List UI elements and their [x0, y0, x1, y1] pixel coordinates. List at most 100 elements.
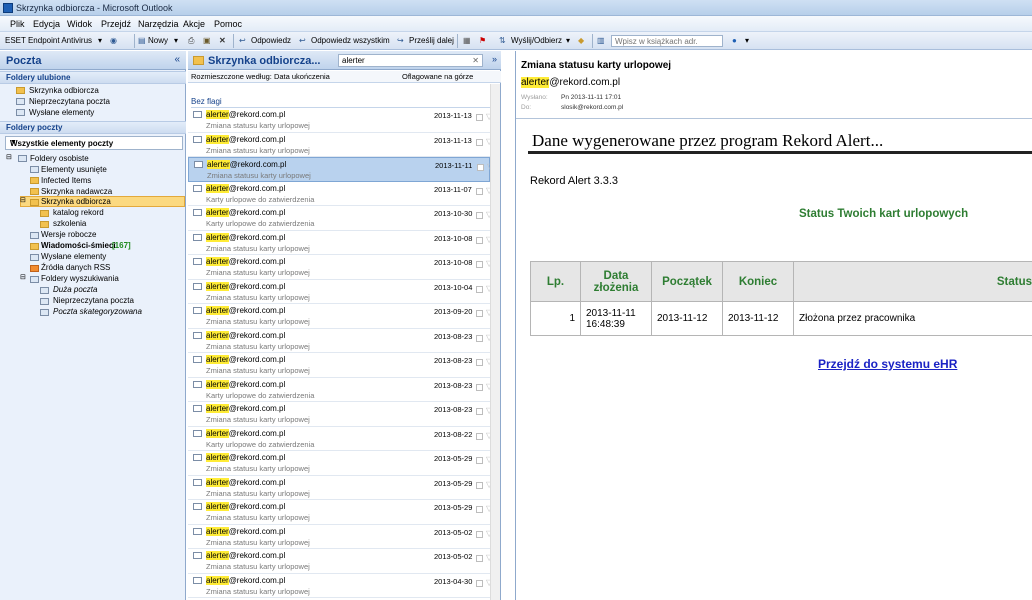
- favorite-unread[interactable]: Nieprzeczytana poczta: [29, 97, 110, 106]
- sort-order-label[interactable]: Oflagowane na górze: [402, 72, 473, 81]
- category-box[interactable]: [476, 408, 483, 415]
- ehr-system-link[interactable]: Przejdź do systemu eHR: [818, 357, 957, 371]
- move-icon[interactable]: ▣: [203, 36, 211, 45]
- category-box[interactable]: [476, 383, 483, 391]
- new-dropdown-icon[interactable]: ▾: [174, 36, 178, 45]
- menu-narzedzia[interactable]: Narzędzia: [138, 19, 179, 29]
- category-box[interactable]: [476, 261, 483, 268]
- tree-collapse-icon[interactable]: ⊟: [6, 153, 12, 161]
- menu-edycja[interactable]: Edycja: [33, 19, 60, 29]
- categorize-icon[interactable]: ▦: [463, 36, 471, 45]
- folder-inbox[interactable]: Skrzynka odbiorcza: [41, 197, 111, 206]
- message-row[interactable]: alerter@rekord.com.pl Zmiana statusu kart…: [188, 108, 492, 133]
- category-box[interactable]: [476, 506, 483, 513]
- all-mail-items-dropdown[interactable]: Wszystkie elementy poczty ▼: [5, 136, 183, 150]
- message-row[interactable]: alerter@rekord.com.pl Zmiana statusu kart…: [188, 133, 492, 157]
- message-row[interactable]: alerter@rekord.com.pl Zmiana statusu kart…: [188, 451, 492, 476]
- folder-rss[interactable]: Źródła danych RSS: [41, 263, 110, 272]
- collapse-nav-icon[interactable]: «: [174, 54, 180, 65]
- search-folders-collapse-icon[interactable]: ⊟: [20, 273, 26, 281]
- menu-akcje[interactable]: Akcje: [183, 19, 205, 29]
- message-row[interactable]: alerter@rekord.com.pl Zmiana statusu kart…: [188, 280, 492, 304]
- help-dropdown-icon[interactable]: ▾: [745, 36, 749, 45]
- folder-sent-items[interactable]: Wysłane elementy: [41, 252, 106, 261]
- category-box[interactable]: [476, 481, 483, 489]
- category-box[interactable]: [476, 555, 483, 562]
- category-box[interactable]: [477, 164, 484, 171]
- folder-junk[interactable]: Wiadomości-śmieci: [41, 241, 116, 250]
- clear-search-icon[interactable]: ✕: [472, 56, 479, 65]
- message-row[interactable]: alerter@rekord.com.pl Karty urlopowe do z…: [188, 427, 492, 451]
- category-box[interactable]: [476, 359, 483, 366]
- address-book-search-input[interactable]: [611, 35, 723, 47]
- message-row[interactable]: alerter@rekord.com.pl Zmiana statusu kart…: [188, 549, 492, 574]
- address-book-icon[interactable]: ▥: [597, 36, 605, 45]
- message-row[interactable]: alerter@rekord.com.pl Zmiana statusu kart…: [188, 329, 492, 353]
- folder-large-mail[interactable]: Duża poczta: [53, 285, 97, 294]
- favorite-inbox[interactable]: Skrzynka odbiorcza: [29, 86, 99, 95]
- reply-button[interactable]: Odpowiedz: [251, 36, 291, 45]
- category-box[interactable]: [476, 530, 483, 538]
- folder-drafts[interactable]: Wersje robocze: [41, 230, 96, 239]
- delete-icon[interactable]: ✕: [219, 36, 226, 45]
- category-box[interactable]: [476, 310, 483, 317]
- message-row[interactable]: alerter@rekord.com.pl Zmiana statusu kart…: [188, 574, 492, 598]
- reply-all-button[interactable]: Odpowiedz wszystkim: [311, 36, 390, 45]
- folder-deleted-items[interactable]: Elementy usunięte: [41, 165, 107, 174]
- category-box[interactable]: [476, 285, 483, 293]
- message-row[interactable]: alerter@rekord.com.pl Zmiana statusu kart…: [188, 157, 493, 182]
- favorite-sent[interactable]: Wysłane elementy: [29, 108, 94, 117]
- category-box[interactable]: [476, 138, 483, 146]
- eset-antivirus-button[interactable]: ESET Endpoint Antivirus: [5, 36, 92, 45]
- message-row[interactable]: alerter@rekord.com.pl Zmiana statusu kart…: [188, 353, 492, 378]
- folder-outbox[interactable]: Skrzynka nadawcza: [41, 187, 112, 196]
- folder-search-folders[interactable]: Foldery wyszukiwania: [41, 274, 119, 283]
- new-button[interactable]: Nowy: [148, 36, 168, 45]
- category-box[interactable]: [476, 236, 483, 244]
- message-row[interactable]: alerter@rekord.com.pl Zmiana statusu kart…: [188, 304, 492, 329]
- mail-folders-header[interactable]: Foldery poczty: [0, 121, 186, 134]
- menu-widok[interactable]: Widok: [67, 19, 92, 29]
- category-box[interactable]: [476, 432, 483, 440]
- message-row[interactable]: alerter@rekord.com.pl Zmiana statusu kart…: [188, 500, 492, 525]
- message-row[interactable]: alerter@rekord.com.pl Zmiana statusu kart…: [188, 231, 492, 255]
- menu-przejdz[interactable]: Przejdź: [101, 19, 131, 29]
- message-row[interactable]: alerter@rekord.com.pl Karty urlopowe do z…: [188, 378, 492, 402]
- send-receive-button[interactable]: Wyślij/Odbierz: [511, 36, 562, 45]
- message-row[interactable]: alerter@rekord.com.pl Zmiana statusu kart…: [188, 402, 492, 427]
- folder-katalog-rekord[interactable]: katalog rekord: [53, 208, 104, 217]
- folder-szkolenia[interactable]: szkolenia: [53, 219, 86, 228]
- category-box[interactable]: [476, 187, 483, 195]
- folder-infected-items[interactable]: Infected Items: [41, 176, 91, 185]
- help-icon[interactable]: ●: [732, 36, 737, 45]
- eset-dropdown-icon[interactable]: ▾: [98, 36, 102, 45]
- vertical-scrollbar[interactable]: [490, 84, 500, 600]
- instant-search-input[interactable]: alerter ✕: [338, 54, 483, 67]
- find-icon[interactable]: ◆: [578, 36, 584, 45]
- message-row[interactable]: alerter@rekord.com.pl Karty urlopowe do z…: [188, 182, 492, 206]
- folder-unread-mail[interactable]: Nieprzeczytana poczta: [53, 296, 134, 305]
- expand-search-icon[interactable]: »: [492, 54, 497, 64]
- category-box[interactable]: [476, 457, 483, 464]
- menu-pomoc[interactable]: Pomoc: [214, 19, 242, 29]
- favorites-header[interactable]: Foldery ulubione: [0, 71, 186, 84]
- folder-categorized-mail[interactable]: Poczta skategoryzowana: [53, 307, 142, 316]
- sort-bar[interactable]: Rozmieszczone według: Data ukończenia Of…: [188, 71, 501, 83]
- send-receive-dropdown-icon[interactable]: ▾: [566, 36, 570, 45]
- arrange-by-label[interactable]: Rozmieszczone według: Data ukończenia: [191, 72, 330, 81]
- category-box[interactable]: [476, 114, 483, 121]
- message-row[interactable]: alerter@rekord.com.pl Karty urlopowe do z…: [188, 206, 492, 231]
- message-row[interactable]: alerter@rekord.com.pl Zmiana statusu kart…: [188, 476, 492, 500]
- forward-button[interactable]: Prześlij dalej: [409, 36, 454, 45]
- folder-personal[interactable]: Foldery osobiste: [30, 154, 89, 163]
- message-row[interactable]: alerter@rekord.com.pl Zmiana statusu kart…: [188, 525, 492, 549]
- eset-settings-icon[interactable]: ◉: [110, 36, 117, 45]
- menu-plik[interactable]: Plik: [10, 19, 25, 29]
- category-box[interactable]: [476, 579, 483, 587]
- message-row[interactable]: alerter@rekord.com.pl Zmiana statusu kart…: [188, 255, 492, 280]
- category-box[interactable]: [476, 212, 483, 219]
- inbox-collapse-icon[interactable]: ⊟: [20, 196, 26, 204]
- group-header[interactable]: Bez flagi: [191, 97, 222, 106]
- follow-up-flag-icon[interactable]: ⚑: [479, 36, 486, 45]
- category-box[interactable]: [476, 334, 483, 342]
